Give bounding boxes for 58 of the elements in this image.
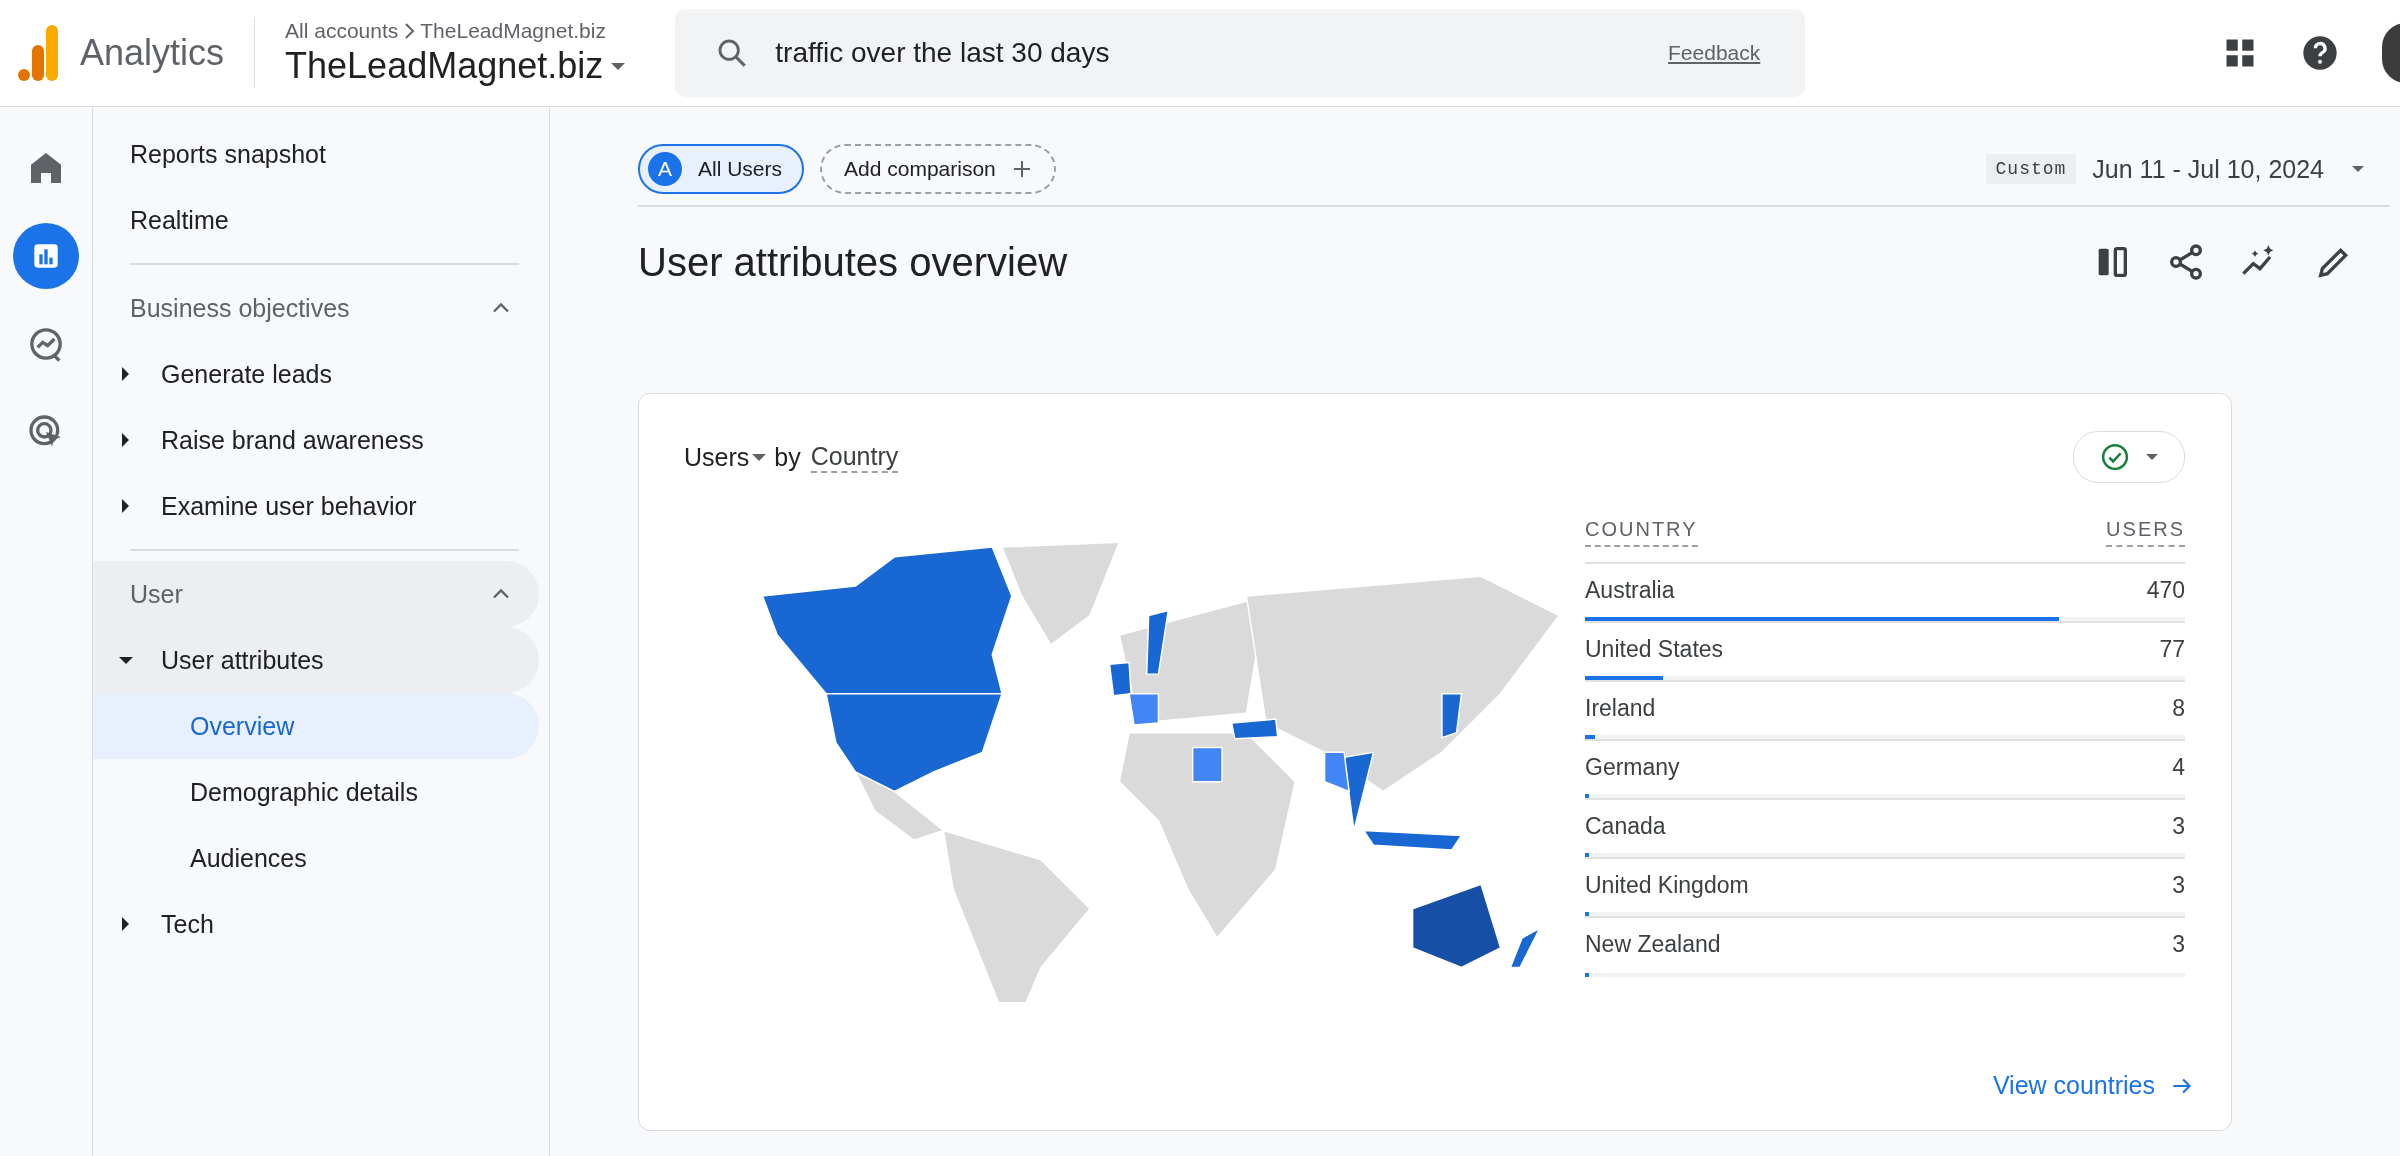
section-header[interactable]: User <box>93 561 539 627</box>
page-title: User attributes overview <box>638 239 1068 285</box>
caret-down-icon <box>119 656 133 664</box>
sidebar-item[interactable]: Demographic details <box>93 759 539 825</box>
sidebar-item[interactable]: Raise brand awareness <box>93 407 539 473</box>
caret-icon[interactable] <box>2352 166 2364 172</box>
users-cell: 470 <box>2146 577 2185 604</box>
date-range-selector[interactable]: Jun 11 - Jul 10, 2024 <box>2092 154 2324 184</box>
app-name: Analytics <box>80 18 256 88</box>
column-header[interactable]: USERS <box>2106 518 2185 547</box>
country-cell: United Kingdom <box>1585 872 1749 899</box>
caret-icon <box>611 62 626 70</box>
sidebar-item[interactable]: Audiences <box>93 825 539 891</box>
users-cell: 4 <box>2172 754 2185 781</box>
section-header[interactable]: Business objectives <box>93 275 539 341</box>
sidebar-item[interactable]: Overview <box>93 693 539 759</box>
sidebar-item[interactable]: Tech <box>93 891 539 957</box>
sidebar-item[interactable]: Examine user behavior <box>93 473 539 539</box>
users-cell: 8 <box>2172 695 2185 722</box>
segment-chip[interactable]: A All Users <box>638 144 804 194</box>
country-cell: Ireland <box>1585 695 1656 722</box>
sidebar-item[interactable]: Reports snapshot <box>93 121 539 187</box>
data-quality-button[interactable] <box>2073 431 2185 483</box>
chevron-right-icon <box>402 21 417 41</box>
breadcrumb-item[interactable]: All accounts <box>285 19 399 43</box>
users-cell: 3 <box>2172 931 2185 958</box>
country-cell: Australia <box>1585 577 1675 604</box>
users-cell: 77 <box>2159 636 2185 663</box>
check-circle-icon <box>2100 442 2130 472</box>
search-field[interactable]: traffic over the last 30 days Feedback <box>675 9 1806 97</box>
caret-right-icon <box>122 367 129 381</box>
add-comparison-button[interactable]: Add comparison <box>820 144 1056 194</box>
date-preset-label: Custom <box>1985 154 2077 184</box>
caret-icon <box>752 453 767 461</box>
users-cell: 3 <box>2172 872 2185 899</box>
country-cell: United States <box>1585 636 1724 663</box>
sidebar-item[interactable]: User attributes <box>93 627 539 693</box>
sidebar-item[interactable]: Realtime <box>93 187 539 253</box>
country-cell: Germany <box>1585 754 1680 781</box>
help-icon[interactable] <box>2300 33 2340 73</box>
caret-right-icon <box>122 433 129 447</box>
connector-text: by <box>774 442 801 472</box>
users-cell: 3 <box>2172 813 2185 840</box>
caret-right-icon <box>122 499 129 513</box>
metric-selector[interactable]: Users <box>684 442 767 472</box>
caret-icon <box>2146 454 2158 460</box>
country-cell: Canada <box>1585 813 1666 840</box>
analytics-logo-icon[interactable] <box>18 25 58 81</box>
breadcrumb-item[interactable]: TheLeadMagnet.biz <box>420 19 606 43</box>
dimension-selector[interactable]: Country <box>810 441 899 473</box>
view-countries-link[interactable]: View countries <box>1992 1071 2195 1100</box>
column-header[interactable]: COUNTRY <box>1585 518 1698 547</box>
property-selector[interactable]: TheLeadMagnet.biz <box>285 45 632 87</box>
caret-right-icon <box>122 917 129 931</box>
country-cell: New Zealand <box>1585 931 1721 958</box>
sidebar-item[interactable]: Generate leads <box>93 341 539 407</box>
segment-badge: A <box>648 152 682 186</box>
feedback-link[interactable]: Feedback <box>1668 41 1761 65</box>
